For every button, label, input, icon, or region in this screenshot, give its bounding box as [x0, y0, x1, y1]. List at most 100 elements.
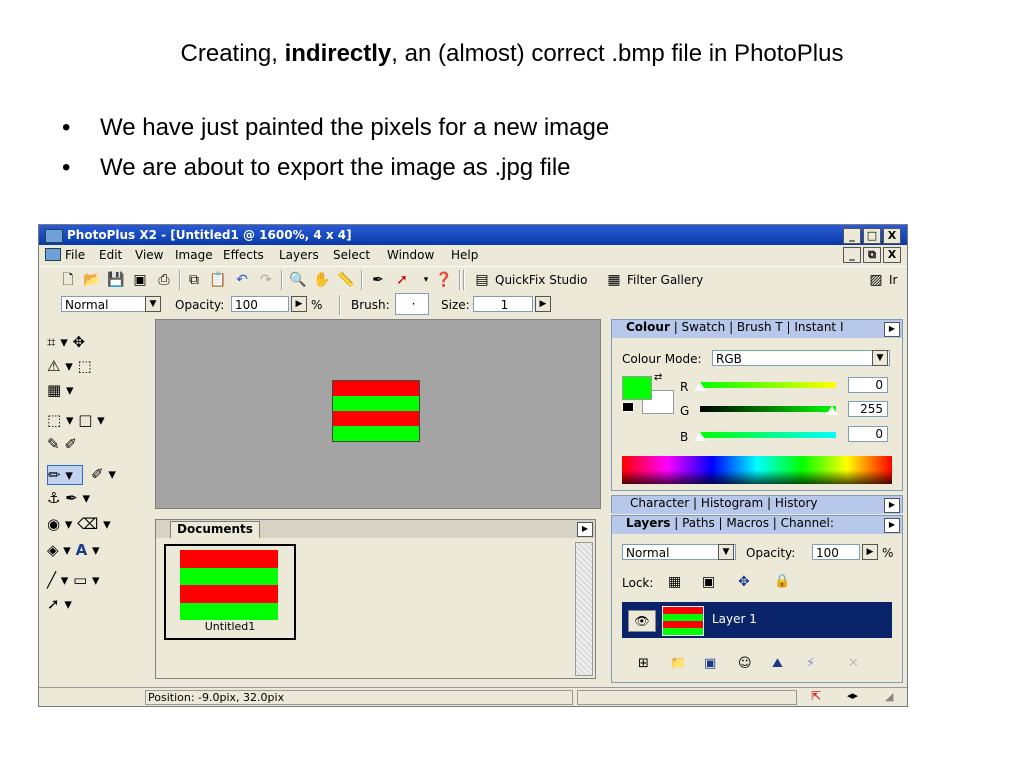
measure-icon[interactable]: 📏 [337, 271, 355, 289]
lock-pixels-icon[interactable]: ▣ [702, 574, 715, 590]
zoom-icon[interactable]: 🔍 [289, 271, 307, 289]
image-adjust-icon[interactable]: ▨ [867, 271, 885, 289]
new-layer-group-icon[interactable]: 📁 [670, 656, 686, 671]
menu-image[interactable]: Image [175, 248, 213, 262]
chevron-right-icon[interactable]: ▶ [535, 296, 551, 312]
save-as-icon[interactable]: ▣ [131, 271, 149, 289]
truncated-toolbar-button[interactable]: Ir [889, 273, 897, 287]
chevron-right-icon[interactable]: ▶ [862, 544, 878, 560]
r-value-input[interactable]: 0 [848, 377, 888, 393]
lock-transparency-icon[interactable]: ▦ [668, 574, 681, 590]
undo-icon[interactable]: ↶ [233, 271, 251, 289]
tab-colour[interactable]: Colour [626, 320, 670, 334]
add-mask-icon[interactable]: ▣ [704, 656, 716, 671]
hand-icon[interactable]: ✋ [313, 271, 331, 289]
navigation-arrows-icon[interactable]: ◂▸ [847, 689, 858, 702]
resize-grip-icon[interactable]: ◢ [885, 690, 893, 703]
tab-layers[interactable]: Layers [626, 516, 670, 530]
filter-gallery-button[interactable]: Filter Gallery [627, 273, 703, 287]
image-canvas[interactable] [155, 319, 601, 509]
lock-all-icon[interactable]: 🔒 [774, 574, 790, 589]
maximize-button[interactable]: □ [863, 228, 881, 244]
texture-tool-icon[interactable]: ▦ ▾ [47, 381, 73, 399]
print-icon[interactable]: ⎙ [155, 271, 173, 289]
colour-spectrum[interactable] [622, 456, 892, 484]
menu-effects[interactable]: Effects [223, 248, 264, 262]
open-folder-icon[interactable]: 📂 [83, 271, 101, 289]
node-tool-icon[interactable]: ➚ ▾ [47, 595, 72, 613]
foreground-color-swatch[interactable] [622, 376, 652, 400]
menu-view[interactable]: View [135, 248, 163, 262]
b-slider[interactable] [700, 432, 836, 438]
fill-text-tool-icon[interactable]: ◈ ▾ A ▾ [47, 541, 100, 559]
brush-picker[interactable]: · [395, 293, 429, 315]
swap-colors-icon[interactable]: ⇄ [654, 372, 662, 383]
adjustment-layer-icon[interactable]: ⛰ [772, 656, 783, 671]
opacity-input[interactable]: 100 [231, 296, 289, 312]
line-tool-icon[interactable]: ╱ ▾ ▭ ▾ [47, 571, 100, 589]
menu-layers[interactable]: Layers [279, 248, 319, 262]
chevron-down-icon[interactable]: ▼ [872, 350, 888, 366]
window-titlebar[interactable]: PhotoPlus X2 - [Untitled1 @ 1600%, 4 x 4… [39, 225, 907, 245]
paintbrush-tool-icon[interactable]: ✏ ▾ [47, 465, 83, 485]
filter-gallery-icon[interactable]: ▦ [605, 271, 623, 289]
filter-effects-icon[interactable]: ⚡ [806, 656, 815, 671]
menu-help[interactable]: Help [451, 248, 478, 262]
menu-edit[interactable]: Edit [99, 248, 122, 262]
size-input[interactable]: 1 [473, 296, 533, 312]
painted-image[interactable] [332, 380, 420, 442]
quickfix-studio-button[interactable]: QuickFix Studio [495, 273, 587, 287]
pointer-icon[interactable]: ➚ [393, 271, 411, 289]
eye-icon[interactable]: 👁 [628, 610, 656, 632]
chevron-down-icon[interactable]: ▾ [417, 271, 435, 289]
save-icon[interactable]: 💾 [107, 271, 125, 289]
document-icon[interactable] [45, 248, 61, 261]
layer-effects-icon[interactable]: ☺ [738, 656, 752, 671]
menu-file[interactable]: File [65, 248, 85, 262]
tab-documents[interactable]: Documents [170, 521, 260, 538]
panel-menu-icon[interactable]: ▶ [884, 498, 900, 513]
chevron-down-icon[interactable]: ▼ [718, 544, 734, 560]
stamp-tool-icon[interactable]: ⚓ ✒ ▾ [47, 489, 90, 507]
tab-swatch[interactable]: Swatch [682, 320, 726, 334]
new-file-icon[interactable]: 🗋 [59, 271, 77, 289]
menu-select[interactable]: Select [333, 248, 370, 262]
paste-icon[interactable]: 📋 [209, 271, 227, 289]
minimize-button[interactable]: _ [843, 228, 861, 244]
clone-tool-icon[interactable]: ✐ ▾ [91, 465, 116, 483]
tab-paths[interactable]: Paths [682, 516, 715, 530]
lock-position-icon[interactable]: ✥ [738, 574, 750, 590]
tab-macros[interactable]: Macros [726, 516, 769, 530]
documents-scrollbar[interactable] [575, 542, 593, 676]
r-slider-thumb[interactable] [694, 382, 706, 391]
chevron-down-icon[interactable]: ▼ [145, 296, 161, 312]
deform-tool-icon[interactable]: ⚠ ▾ ⬚ [47, 357, 92, 375]
crop-tool-icon[interactable]: ⌗ ▾ ✥ [47, 333, 85, 351]
reset-colors-icon[interactable] [622, 402, 634, 412]
layer-row[interactable]: 👁 Layer 1 [622, 602, 892, 638]
panel-menu-icon[interactable]: ▶ [884, 518, 900, 533]
tab-brush-tip[interactable]: Brush T [737, 320, 783, 334]
redo-icon[interactable]: ↷ [257, 271, 275, 289]
copy-icon[interactable]: ⧉ [185, 271, 203, 289]
panel-menu-icon[interactable]: ▶ [884, 322, 900, 337]
doc-close-button[interactable]: X [883, 247, 901, 263]
tab-instant[interactable]: Instant I [794, 320, 843, 334]
redeye-tool-icon[interactable]: ◉ ▾ ⌫ ▾ [47, 515, 111, 533]
tab-channels[interactable]: Channel: [781, 516, 834, 530]
layer-opacity-input[interactable]: 100 [812, 544, 860, 560]
close-button[interactable]: X [883, 228, 901, 244]
new-layer-icon[interactable]: ⊞ [638, 656, 649, 671]
tab-character-histogram-history[interactable]: Character | Histogram | History [630, 496, 818, 510]
eyedropper-tool-icon[interactable]: ✎ ✐ [47, 435, 77, 453]
chevron-right-icon[interactable]: ▶ [291, 296, 307, 312]
delete-layer-icon[interactable]: ✕ [848, 656, 859, 671]
quickfix-icon[interactable]: ▤ [473, 271, 491, 289]
help-icon[interactable]: ❓ [435, 271, 453, 289]
g-slider-thumb[interactable] [826, 406, 838, 415]
export-icon[interactable]: ⇱ [811, 689, 821, 703]
document-thumbnail[interactable]: Untitled1 [164, 544, 296, 640]
b-value-input[interactable]: 0 [848, 426, 888, 442]
menu-window[interactable]: Window [387, 248, 434, 262]
doc-minimize-button[interactable]: _ [843, 247, 861, 263]
